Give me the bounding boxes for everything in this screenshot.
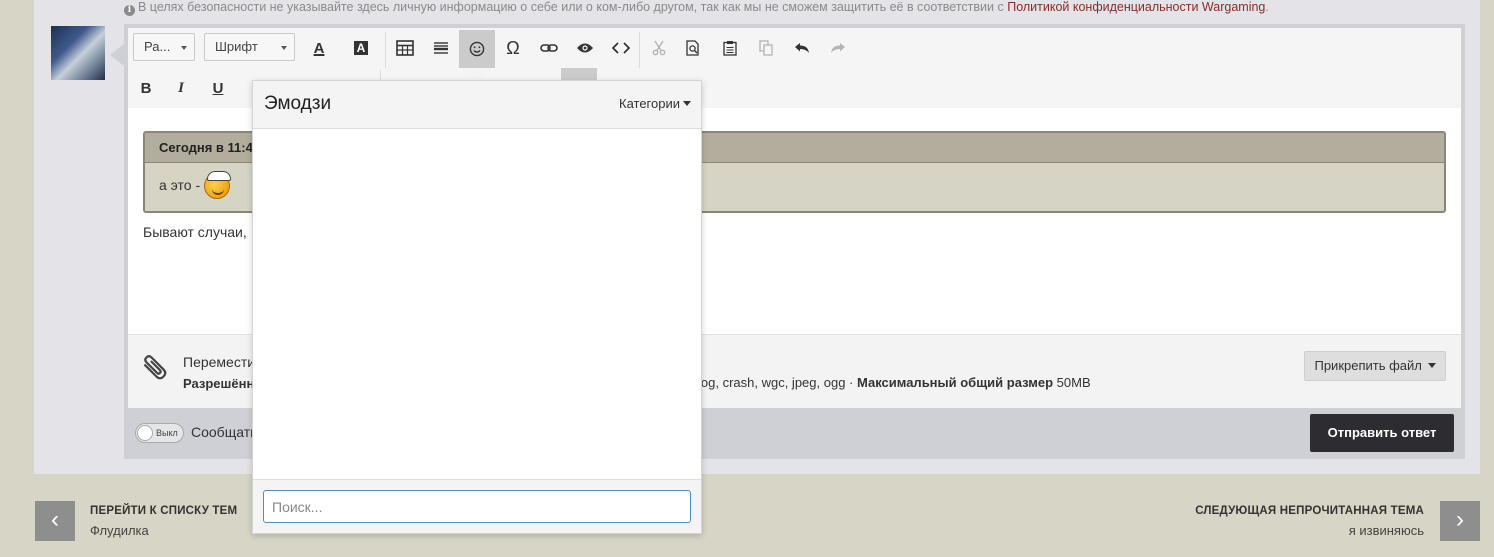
sailor-smiley-icon <box>204 171 231 200</box>
redo-button[interactable] <box>820 30 856 66</box>
next-unread-button[interactable]: › <box>1440 501 1480 541</box>
document-search-icon <box>686 40 699 56</box>
reply-body-text: Бывают случаи, <box>143 224 247 240</box>
emoji-popup-header: Эмодзи Категории <box>253 81 701 129</box>
notify-label: Сообщать <box>191 424 258 440</box>
background-color-icon: A <box>353 41 369 55</box>
horizontal-line-button[interactable] <box>423 30 459 66</box>
undo-icon <box>795 43 809 53</box>
omega-icon: Ω <box>506 37 520 58</box>
paperclip-icon <box>135 348 175 388</box>
avatar-pointer <box>110 44 124 66</box>
back-to-topics-button[interactable]: ‹ <box>35 501 75 541</box>
font-select[interactable]: Шрифт <box>204 33 295 61</box>
underline-button[interactable]: U <box>200 70 236 106</box>
table-button[interactable] <box>387 30 423 66</box>
attach-hint-text: Перемести <box>183 354 256 370</box>
avatar <box>51 26 105 80</box>
notify-toggle[interactable]: Выкл <box>135 423 184 443</box>
chevron-down-icon <box>281 46 287 50</box>
emoji-popup-title: Эмодзи <box>264 93 332 114</box>
privacy-policy-link[interactable]: Политикой конфиденциальности Wargaming <box>1007 0 1265 14</box>
text-color-button[interactable]: A <box>301 30 337 66</box>
code-icon <box>612 42 630 54</box>
link-icon <box>540 44 558 52</box>
allowed-types-label: Разрешённ <box>183 376 255 391</box>
copy-icon <box>759 40 773 56</box>
clipboard-icon <box>723 41 737 56</box>
chevron-left-icon: ‹ <box>51 506 59 533</box>
find-button[interactable] <box>675 30 711 66</box>
back-to-topics-forum[interactable]: Флудилка <box>90 523 149 538</box>
attach-file-button[interactable]: Прикрепить файл <box>1304 351 1446 381</box>
emoji-button[interactable] <box>459 30 495 68</box>
cut-button[interactable] <box>641 30 677 66</box>
eye-icon <box>577 43 593 53</box>
table-icon <box>396 40 414 56</box>
emoji-categories-dropdown[interactable]: Категории <box>619 96 691 111</box>
emoji-search-input[interactable] <box>263 490 691 523</box>
emoji-popup: Эмодзи Категории <box>252 80 702 534</box>
copy-button[interactable] <box>748 30 784 66</box>
allowed-types-tail: log, crash, wgc, jpeg, ogg · Максимальны… <box>698 375 1091 390</box>
quote-body: а это - <box>159 171 231 200</box>
text-color-icon: A <box>313 39 325 57</box>
submit-reply-button[interactable]: Отправить ответ <box>1310 414 1454 452</box>
next-unread-topic[interactable]: я извиняюсь <box>1349 523 1424 538</box>
horizontal-line-icon <box>434 42 448 54</box>
chevron-down-icon <box>1427 363 1436 368</box>
special-characters-button[interactable]: Ω <box>495 30 531 66</box>
background-color-button[interactable]: A <box>343 30 379 66</box>
paragraph-format-select[interactable]: Ра... <box>133 33 195 61</box>
undo-button[interactable] <box>784 30 820 66</box>
redo-icon <box>831 43 845 53</box>
scissors-icon <box>652 40 666 56</box>
italic-icon: I <box>178 79 184 96</box>
privacy-note: iВ целях безопасности не указывайте здес… <box>124 0 1269 16</box>
info-icon: i <box>124 5 135 16</box>
preview-button[interactable] <box>567 30 603 66</box>
chevron-right-icon: › <box>1456 506 1464 533</box>
underline-icon: U <box>212 79 224 97</box>
caret-down-icon <box>683 101 691 106</box>
bold-button[interactable]: B <box>128 70 164 106</box>
paste-button[interactable] <box>712 30 748 66</box>
toggle-knob <box>137 425 153 441</box>
back-to-topics-title[interactable]: ПЕРЕЙТИ К СПИСКУ ТЕМ <box>90 505 237 517</box>
emoji-popup-footer <box>253 479 701 533</box>
source-code-button[interactable] <box>603 30 639 66</box>
link-button[interactable] <box>531 30 567 66</box>
emoji-list[interactable] <box>253 130 701 480</box>
privacy-text: В целях безопасности не указывайте здесь… <box>138 0 1008 14</box>
next-unread-title[interactable]: СЛЕДУЮЩАЯ НЕПРОЧИТАННАЯ ТЕМА <box>1195 505 1424 517</box>
bold-icon: B <box>140 79 152 97</box>
italic-button[interactable]: I <box>163 70 199 106</box>
smile-icon <box>469 41 485 57</box>
chevron-down-icon <box>181 46 187 50</box>
